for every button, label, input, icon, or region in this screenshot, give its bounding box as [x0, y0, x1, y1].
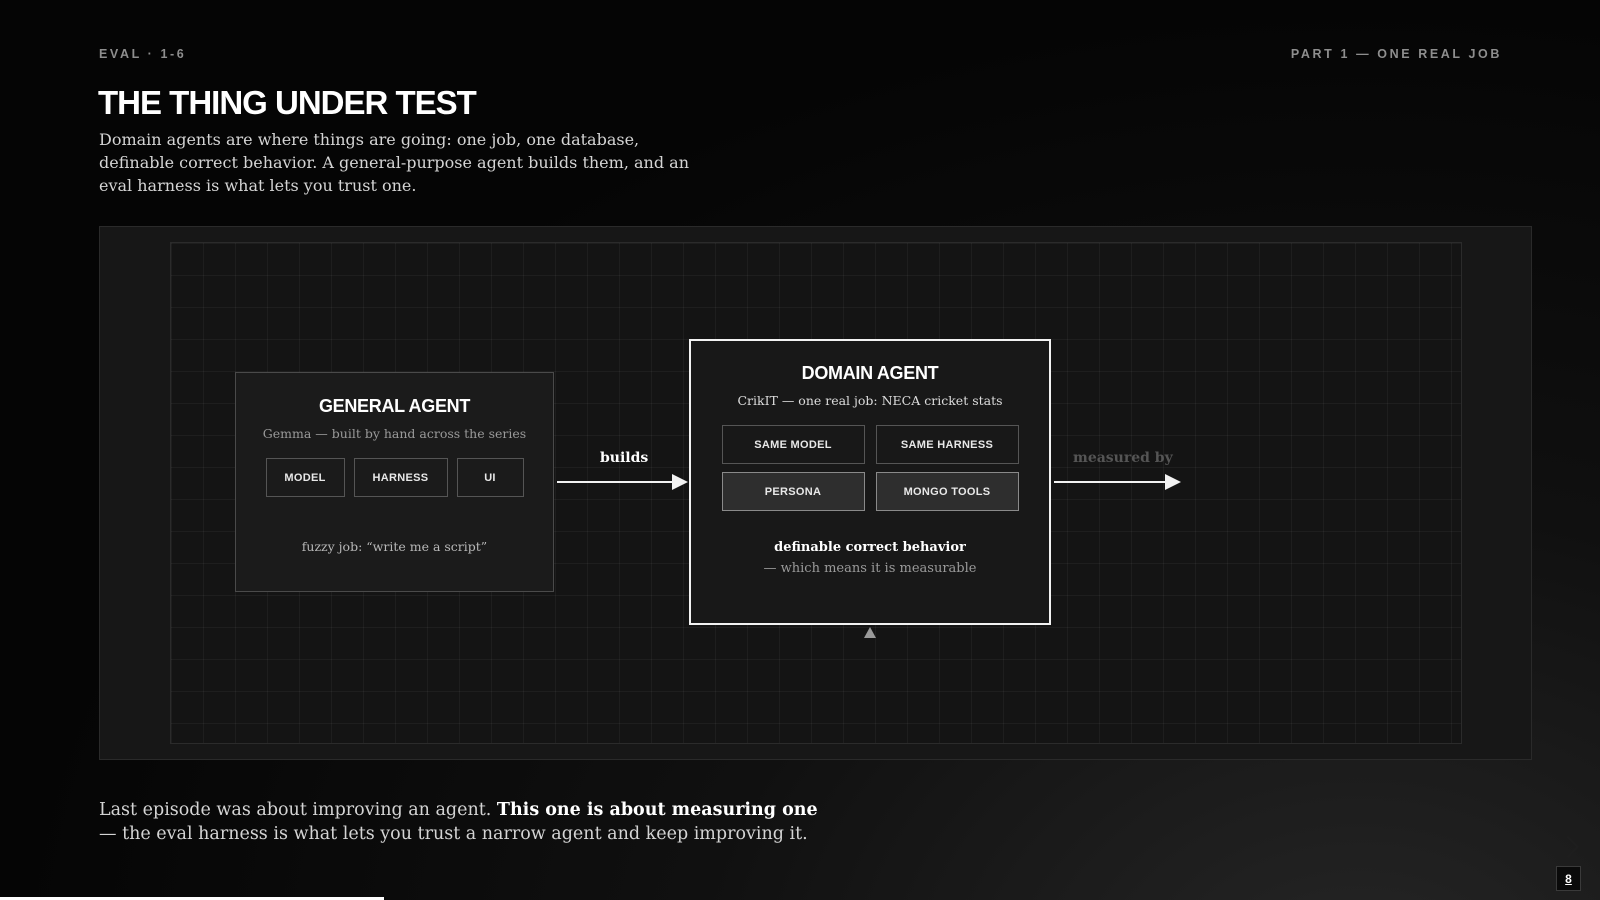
chip-persona: PERSONA	[721, 472, 865, 511]
bottom-text-before: Last episode was about improving an agen…	[99, 800, 497, 820]
domain-agent-box: DOMAIN AGENT CrikIT — one real job: NECA…	[689, 339, 1051, 625]
chip-harness: HARNESS	[353, 458, 448, 497]
page-number[interactable]: 8	[1556, 866, 1581, 891]
domain-agent-footer-bold: definable correct behavior	[774, 540, 966, 555]
chip-model: MODEL	[265, 458, 345, 497]
general-agent-box: GENERAL AGENT Gemma — built by hand acro…	[235, 372, 554, 592]
domain-agent-title: DOMAIN AGENT	[801, 363, 939, 383]
general-agent-subtitle: Gemma — built by hand across the series	[262, 426, 527, 441]
domain-agent-chips: SAME MODEL SAME HARNESS PERSONA MONGO TO…	[691, 425, 1049, 511]
chip-mongo-tools: MONGO TOOLS	[875, 472, 1019, 511]
general-agent-footer: fuzzy job: “write me a script”	[301, 539, 488, 554]
chip-ui: UI	[456, 458, 524, 497]
measured-arrow-shaft	[1054, 481, 1166, 483]
measured-arrow	[1054, 474, 1181, 490]
chip-same-harness: SAME HARNESS	[875, 425, 1019, 464]
bottom-text-after: — the eval harness is what lets you trus…	[99, 824, 808, 844]
builds-arrow-shaft	[557, 481, 673, 483]
page-subtitle: Domain agents are where things are going…	[99, 130, 690, 195]
up-triangle-icon	[864, 627, 876, 638]
general-agent-chips: MODEL HARNESS UI	[236, 458, 553, 497]
builds-arrow-head	[672, 474, 688, 490]
measured-label: measured by	[1073, 450, 1173, 466]
corner-chevron-icon	[1556, 835, 1580, 859]
chip-same-model: SAME MODEL	[721, 425, 865, 464]
domain-agent-subtitle: CrikIT — one real job: NECA cricket stat…	[737, 393, 1003, 408]
domain-agent-footer-sub: — which means it is measurable	[763, 561, 977, 576]
eyebrow-right: PART 1 — ONE REAL JOB	[1290, 47, 1502, 61]
bottom-text-bold: This one is about measuring one	[496, 800, 818, 820]
eyebrow-left: EVAL · 1-6	[99, 47, 187, 61]
general-agent-title: GENERAL AGENT	[318, 396, 471, 416]
builds-label: builds	[600, 450, 649, 466]
bottom-text: Last episode was about improving an agen…	[99, 798, 829, 846]
builds-arrow	[557, 474, 688, 490]
page-title: THE THING UNDER TEST	[98, 84, 477, 121]
measured-arrow-head	[1165, 474, 1181, 490]
